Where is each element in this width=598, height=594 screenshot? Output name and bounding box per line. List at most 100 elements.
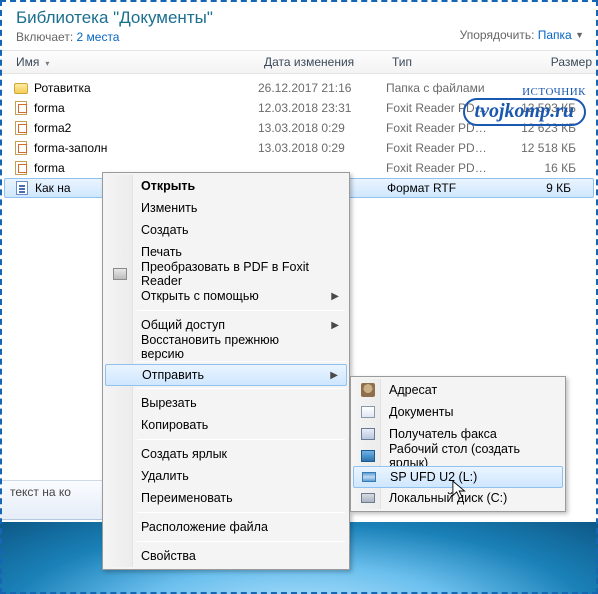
file-type: Foxit Reader PDF ... <box>386 121 494 135</box>
menu-item-label: Создать <box>141 223 189 237</box>
file-name: Как на <box>35 181 71 195</box>
file-date: 26.12.2017 21:16 <box>258 81 386 95</box>
menu-item-label: Свойства <box>141 549 196 563</box>
sort-label: Упорядочить: <box>460 28 535 42</box>
rtf-icon <box>13 181 31 195</box>
pdf-icon <box>12 141 30 155</box>
file-row[interactable]: forma2 13.03.2018 0:29Foxit Reader PDF ..… <box>0 118 598 138</box>
menu-item-label: Восстановить прежнюю версию <box>141 333 321 361</box>
separator <box>137 388 345 389</box>
col-name[interactable]: Имя▾ <box>16 55 264 69</box>
col-type[interactable]: Тип <box>392 55 500 69</box>
submenu-item[interactable]: Документы <box>353 401 563 423</box>
context-menu[interactable]: ОткрытьИзменитьСоздатьПечатьПреобразоват… <box>102 172 350 570</box>
status-strip: текст на ко <box>0 480 110 520</box>
menu-item[interactable]: Преобразовать в PDF в Foxit Reader <box>105 263 347 285</box>
submenu-item[interactable]: Рабочий стол (создать ярлык) <box>353 445 563 467</box>
submenu-item[interactable]: Локальный диск (C:) <box>353 487 563 509</box>
folder-icon <box>12 83 30 94</box>
file-type: Папка с файлами <box>386 81 494 95</box>
file-row[interactable]: forma 12.03.2018 23:31Foxit Reader PDF ..… <box>0 98 598 118</box>
file-name: forma2 <box>34 121 71 135</box>
column-headers: Имя▾ Дата изменения Тип Размер <box>0 50 598 74</box>
menu-item[interactable]: Открыть <box>105 175 347 197</box>
library-header: Библиотека "Документы" Включает: 2 места… <box>0 0 598 50</box>
menu-item[interactable]: Копировать <box>105 414 347 436</box>
includes-label: Включает: <box>16 30 73 44</box>
separator <box>137 439 345 440</box>
submenu-arrow-icon: ▶ <box>331 320 339 331</box>
file-name: forma <box>34 161 65 175</box>
file-date: 13.03.2018 0:29 <box>258 121 386 135</box>
menu-item-label: Переименовать <box>141 491 233 505</box>
submenu-item-label: Адресат <box>389 383 437 397</box>
sort-value: Папка <box>538 28 572 42</box>
chevron-down-icon: ▾ <box>45 59 49 68</box>
separator <box>137 512 345 513</box>
prn-icon <box>111 266 129 282</box>
file-name: forma <box>34 101 65 115</box>
file-size: 12 593 КБ <box>494 101 598 115</box>
menu-item[interactable]: Свойства <box>105 545 347 567</box>
menu-item-label: Отправить <box>142 368 204 382</box>
submenu-item[interactable]: SP UFD U2 (L:) <box>353 466 563 488</box>
file-date: 12.03.2018 23:31 <box>258 101 386 115</box>
file-name: Ротавитка <box>34 81 91 95</box>
menu-item-label: Вырезать <box>141 396 197 410</box>
submenu-item-label: Документы <box>389 405 453 419</box>
submenu-arrow-icon: ▶ <box>330 370 338 381</box>
menu-item[interactable]: Создать ярлык <box>105 443 347 465</box>
file-type: Foxit Reader PDF ... <box>386 101 494 115</box>
submenu-item-label: Получатель факса <box>389 427 497 441</box>
menu-item-label: Открыть <box>141 179 195 193</box>
menu-item-label: Создать ярлык <box>141 447 227 461</box>
file-type: Foxit Reader PDF ... <box>386 161 494 175</box>
menu-item[interactable]: Удалить <box>105 465 347 487</box>
submenu-item-label: SP UFD U2 (L:) <box>390 470 477 484</box>
file-type: Формат RTF <box>387 181 495 195</box>
file-size: 16 КБ <box>494 161 598 175</box>
pdf-icon <box>12 121 30 135</box>
menu-item[interactable]: Расположение файла <box>105 516 347 538</box>
hdd-icon <box>359 490 377 506</box>
menu-item[interactable]: Создать <box>105 219 347 241</box>
status-text: текст на ко <box>10 485 71 499</box>
menu-item[interactable]: Восстановить прежнюю версию <box>105 336 347 358</box>
menu-item[interactable]: Отправить ▶ <box>105 364 347 386</box>
file-size: 12 518 КБ <box>494 141 598 155</box>
file-row[interactable]: Ротавитка 26.12.2017 21:16Папка с файлами <box>0 78 598 98</box>
file-type: Foxit Reader PDF ... <box>386 141 494 155</box>
contact-icon <box>359 382 377 398</box>
library-title: Библиотека "Документы" <box>16 8 584 28</box>
menu-item[interactable]: Переименовать <box>105 487 347 509</box>
docs-icon <box>359 404 377 420</box>
pdf-icon <box>12 101 30 115</box>
sort-by[interactable]: Упорядочить: Папка ▼ <box>460 28 584 42</box>
file-name: forma-заполн <box>34 141 107 155</box>
separator <box>137 310 345 311</box>
includes-link[interactable]: 2 места <box>77 30 120 44</box>
menu-item[interactable]: Вырезать <box>105 392 347 414</box>
submenu-item-label: Локальный диск (C:) <box>389 491 507 505</box>
sendto-submenu[interactable]: Адресат Документы Получатель факса Рабочий … <box>350 376 566 512</box>
menu-item-label: Изменить <box>141 201 197 215</box>
usb-icon <box>360 469 378 485</box>
menu-item-label: Открыть с помощью <box>141 289 259 303</box>
submenu-item[interactable]: Адресат <box>353 379 563 401</box>
menu-item-label: Общий доступ <box>141 318 225 332</box>
file-row[interactable]: forma-заполн13.03.2018 0:29Foxit Reader … <box>0 138 598 158</box>
file-size: 9 КБ <box>495 181 593 195</box>
separator <box>137 361 345 362</box>
menu-item[interactable]: Изменить <box>105 197 347 219</box>
menu-item-label: Удалить <box>141 469 189 483</box>
menu-item[interactable]: Открыть с помощью▶ <box>105 285 347 307</box>
menu-item-label: Преобразовать в PDF в Foxit Reader <box>141 260 321 288</box>
col-size[interactable]: Размер <box>500 55 598 69</box>
separator <box>137 541 345 542</box>
file-size: 12 623 КБ <box>494 121 598 135</box>
col-date[interactable]: Дата изменения <box>264 55 392 69</box>
menu-item-label: Копировать <box>141 418 208 432</box>
chevron-down-icon: ▼ <box>575 30 584 40</box>
menu-item-label: Расположение файла <box>141 520 268 534</box>
fax-icon <box>359 426 377 442</box>
